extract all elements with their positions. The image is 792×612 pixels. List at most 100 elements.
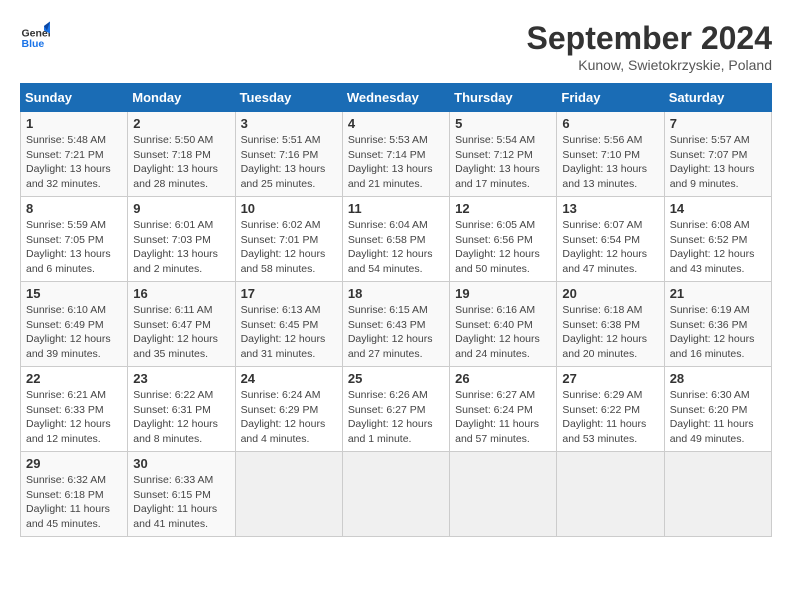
day-number: 20: [562, 286, 658, 301]
day-number: 11: [348, 201, 444, 216]
page-header: General Blue September 2024 Kunow, Swiet…: [20, 20, 772, 73]
calendar-cell: 3Sunrise: 5:51 AM Sunset: 7:16 PM Daylig…: [235, 112, 342, 197]
day-info: Sunrise: 5:59 AM Sunset: 7:05 PM Dayligh…: [26, 218, 122, 277]
day-info: Sunrise: 6:18 AM Sunset: 6:38 PM Dayligh…: [562, 303, 658, 362]
calendar-cell: [664, 452, 771, 537]
day-number: 24: [241, 371, 337, 386]
day-number: 22: [26, 371, 122, 386]
day-info: Sunrise: 6:07 AM Sunset: 6:54 PM Dayligh…: [562, 218, 658, 277]
calendar-cell: 19 Sunrise: 6:16 AM Sunset: 6:40 PM Dayli…: [450, 282, 557, 367]
day-info: Sunrise: 5:54 AM Sunset: 7:12 PM Dayligh…: [455, 133, 551, 192]
day-number: 17: [241, 286, 337, 301]
day-number: 1: [26, 116, 122, 131]
day-number: 26: [455, 371, 551, 386]
calendar-cell: 8 Sunrise: 5:59 AM Sunset: 7:05 PM Daylig…: [21, 197, 128, 282]
day-info: Sunrise: 6:15 AM Sunset: 6:43 PM Dayligh…: [348, 303, 444, 362]
day-info: Sunrise: 6:19 AM Sunset: 6:36 PM Dayligh…: [670, 303, 766, 362]
day-header-thursday: Thursday: [450, 84, 557, 112]
calendar-week-4: 22 Sunrise: 6:21 AM Sunset: 6:33 PM Dayli…: [21, 367, 772, 452]
day-number: 25: [348, 371, 444, 386]
calendar-cell: 10Sunrise: 6:02 AM Sunset: 7:01 PM Dayli…: [235, 197, 342, 282]
day-info: Sunrise: 6:22 AM Sunset: 6:31 PM Dayligh…: [133, 388, 229, 447]
calendar-cell: 30 Sunrise: 6:33 AM Sunset: 6:15 PM Dayli…: [128, 452, 235, 537]
location: Kunow, Swietokrzyskie, Poland: [527, 57, 772, 73]
day-info: Sunrise: 6:30 AM Sunset: 6:20 PM Dayligh…: [670, 388, 766, 447]
calendar: SundayMondayTuesdayWednesdayThursdayFrid…: [20, 83, 772, 537]
day-number: 2: [133, 116, 229, 131]
day-info: Sunrise: 6:32 AM Sunset: 6:18 PM Dayligh…: [26, 473, 122, 532]
calendar-cell: 5Sunrise: 5:54 AM Sunset: 7:12 PM Daylig…: [450, 112, 557, 197]
day-number: 7: [670, 116, 766, 131]
day-info: Sunrise: 5:53 AM Sunset: 7:14 PM Dayligh…: [348, 133, 444, 192]
calendar-cell: 11 Sunrise: 6:04 AM Sunset: 6:58 PM Dayli…: [342, 197, 449, 282]
day-info: Sunrise: 6:05 AM Sunset: 6:56 PM Dayligh…: [455, 218, 551, 277]
calendar-cell: 9 Sunrise: 6:01 AM Sunset: 7:03 PM Daylig…: [128, 197, 235, 282]
day-number: 12: [455, 201, 551, 216]
calendar-cell: 2 Sunrise: 5:50 AM Sunset: 7:18 PM Daylig…: [128, 112, 235, 197]
day-header-tuesday: Tuesday: [235, 84, 342, 112]
day-info: Sunrise: 6:01 AM Sunset: 7:03 PM Dayligh…: [133, 218, 229, 277]
day-info: Sunrise: 6:11 AM Sunset: 6:47 PM Dayligh…: [133, 303, 229, 362]
day-number: 28: [670, 371, 766, 386]
day-number: 27: [562, 371, 658, 386]
day-info: Sunrise: 6:33 AM Sunset: 6:15 PM Dayligh…: [133, 473, 229, 532]
day-number: 19: [455, 286, 551, 301]
calendar-week-3: 15 Sunrise: 6:10 AM Sunset: 6:49 PM Dayli…: [21, 282, 772, 367]
svg-text:Blue: Blue: [22, 38, 45, 50]
day-info: Sunrise: 6:02 AM Sunset: 7:01 PM Dayligh…: [241, 218, 337, 277]
day-header-wednesday: Wednesday: [342, 84, 449, 112]
day-number: 9: [133, 201, 229, 216]
day-number: 18: [348, 286, 444, 301]
calendar-week-5: 29 Sunrise: 6:32 AM Sunset: 6:18 PM Dayli…: [21, 452, 772, 537]
day-info: Sunrise: 6:21 AM Sunset: 6:33 PM Dayligh…: [26, 388, 122, 447]
day-info: Sunrise: 6:29 AM Sunset: 6:22 PM Dayligh…: [562, 388, 658, 447]
day-info: Sunrise: 6:10 AM Sunset: 6:49 PM Dayligh…: [26, 303, 122, 362]
day-info: Sunrise: 5:56 AM Sunset: 7:10 PM Dayligh…: [562, 133, 658, 192]
calendar-cell: [235, 452, 342, 537]
calendar-cell: 13 Sunrise: 6:07 AM Sunset: 6:54 PM Dayli…: [557, 197, 664, 282]
day-number: 4: [348, 116, 444, 131]
calendar-cell: 17 Sunrise: 6:13 AM Sunset: 6:45 PM Dayli…: [235, 282, 342, 367]
day-info: Sunrise: 6:26 AM Sunset: 6:27 PM Dayligh…: [348, 388, 444, 447]
calendar-cell: 20 Sunrise: 6:18 AM Sunset: 6:38 PM Dayli…: [557, 282, 664, 367]
day-header-sunday: Sunday: [21, 84, 128, 112]
calendar-cell: 21Sunrise: 6:19 AM Sunset: 6:36 PM Dayli…: [664, 282, 771, 367]
calendar-cell: 16 Sunrise: 6:11 AM Sunset: 6:47 PM Dayli…: [128, 282, 235, 367]
day-info: Sunrise: 6:27 AM Sunset: 6:24 PM Dayligh…: [455, 388, 551, 447]
calendar-week-1: 1 Sunrise: 5:48 AM Sunset: 7:21 PM Daylig…: [21, 112, 772, 197]
title-section: September 2024 Kunow, Swietokrzyskie, Po…: [527, 20, 772, 73]
calendar-cell: 25 Sunrise: 6:26 AM Sunset: 6:27 PM Dayli…: [342, 367, 449, 452]
day-number: 23: [133, 371, 229, 386]
calendar-cell: 6 Sunrise: 5:56 AM Sunset: 7:10 PM Daylig…: [557, 112, 664, 197]
day-info: Sunrise: 5:57 AM Sunset: 7:07 PM Dayligh…: [670, 133, 766, 192]
day-header-monday: Monday: [128, 84, 235, 112]
day-info: Sunrise: 6:04 AM Sunset: 6:58 PM Dayligh…: [348, 218, 444, 277]
calendar-cell: 12 Sunrise: 6:05 AM Sunset: 6:56 PM Dayli…: [450, 197, 557, 282]
day-info: Sunrise: 6:24 AM Sunset: 6:29 PM Dayligh…: [241, 388, 337, 447]
day-info: Sunrise: 5:50 AM Sunset: 7:18 PM Dayligh…: [133, 133, 229, 192]
day-info: Sunrise: 6:16 AM Sunset: 6:40 PM Dayligh…: [455, 303, 551, 362]
day-number: 15: [26, 286, 122, 301]
month-title: September 2024: [527, 20, 772, 57]
calendar-cell: 24 Sunrise: 6:24 AM Sunset: 6:29 PM Dayli…: [235, 367, 342, 452]
calendar-cell: 14Sunrise: 6:08 AM Sunset: 6:52 PM Dayli…: [664, 197, 771, 282]
calendar-cell: 1 Sunrise: 5:48 AM Sunset: 7:21 PM Daylig…: [21, 112, 128, 197]
day-info: Sunrise: 6:13 AM Sunset: 6:45 PM Dayligh…: [241, 303, 337, 362]
day-number: 30: [133, 456, 229, 471]
day-number: 16: [133, 286, 229, 301]
day-info: Sunrise: 5:48 AM Sunset: 7:21 PM Dayligh…: [26, 133, 122, 192]
calendar-cell: [450, 452, 557, 537]
calendar-cell: 28 Sunrise: 6:30 AM Sunset: 6:20 PM Dayli…: [664, 367, 771, 452]
day-number: 8: [26, 201, 122, 216]
calendar-cell: 27 Sunrise: 6:29 AM Sunset: 6:22 PM Dayli…: [557, 367, 664, 452]
calendar-cell: 4 Sunrise: 5:53 AM Sunset: 7:14 PM Daylig…: [342, 112, 449, 197]
day-number: 3: [241, 116, 337, 131]
day-number: 29: [26, 456, 122, 471]
calendar-cell: [342, 452, 449, 537]
day-info: Sunrise: 6:08 AM Sunset: 6:52 PM Dayligh…: [670, 218, 766, 277]
day-header-friday: Friday: [557, 84, 664, 112]
day-number: 6: [562, 116, 658, 131]
calendar-cell: 29 Sunrise: 6:32 AM Sunset: 6:18 PM Dayli…: [21, 452, 128, 537]
day-header-saturday: Saturday: [664, 84, 771, 112]
day-number: 13: [562, 201, 658, 216]
